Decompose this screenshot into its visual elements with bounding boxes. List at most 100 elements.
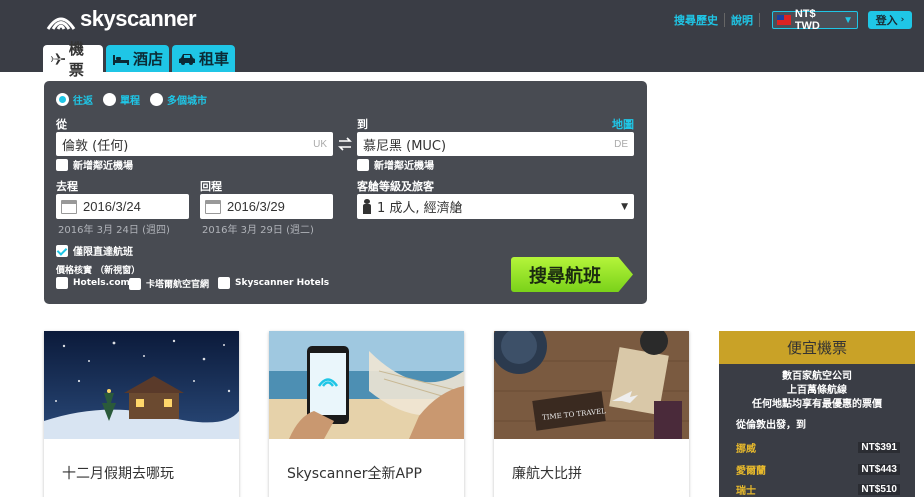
promo-card-december[interactable]: 十二月假期去哪玩 [44, 331, 239, 497]
card-title: 十二月假期去哪玩 [62, 466, 174, 482]
calendar-icon [205, 199, 221, 214]
trip-type-radios: 往返 單程 多個城市 [56, 92, 217, 107]
cheap-flights-description: 數百家航空公司 上百萬條航線 任何地點均享有最優惠的票價 [719, 370, 915, 412]
radio-unchecked-icon [103, 93, 116, 106]
cabin-value: 1 成人, 經濟艙 [377, 201, 463, 216]
return-date-sub: 2016年 3月 29日 (週二) [202, 225, 314, 236]
from-nearby-checkbox[interactable]: 新增鄰近機場 [56, 157, 133, 172]
return-date-value: 2016/3/29 [227, 199, 285, 214]
tab-cars[interactable]: 租車 [172, 45, 236, 72]
from-london-label: 從倫敦出發，到 [736, 420, 806, 431]
help-link[interactable]: 說明 [731, 12, 753, 28]
desc-line: 任何地點均享有最優惠的票價 [752, 399, 882, 410]
to-input[interactable]: 慕尼黑 (MUC) DE [357, 132, 634, 156]
to-nearby-checkbox[interactable]: 新增鄰近機場 [357, 157, 434, 172]
airplane-icon [49, 52, 65, 65]
travel-items-image: TIME TO TRAVEL [494, 331, 689, 439]
tab-flights[interactable]: 機票 [43, 40, 103, 79]
search-flights-label: 搜尋航班 [529, 265, 601, 287]
return-date-input[interactable]: 2016/3/29 [200, 194, 333, 219]
deal-destination: 愛爾蘭 [736, 465, 766, 477]
tab-cars-label: 租車 [199, 50, 230, 68]
radio-oneway-label: 單程 [120, 96, 140, 107]
radio-multicity[interactable]: 多個城市 [150, 92, 207, 107]
map-link[interactable]: 地圖 [612, 116, 634, 132]
from-label: 從 [56, 118, 67, 131]
depart-date-sub: 2016年 3月 24日 (週四) [58, 225, 170, 236]
logo-sunrise-icon [46, 17, 76, 30]
card-title: 廉航大比拼 [512, 466, 582, 482]
currency-selector[interactable]: NT$ TWD ▼ [772, 8, 858, 32]
from-value: 倫敦 (任何) [62, 138, 129, 154]
compare-qatar-label: 卡塔爾航空官網 [146, 280, 210, 290]
deal-price: NT$510 [858, 483, 900, 495]
vertical-tabs: 機票 酒店 租車 [43, 40, 238, 79]
to-value: 慕尼黑 (MUC) [363, 138, 447, 154]
cheap-flights-panel: 便宜機票 數百家航空公司 上百萬條航線 任何地點均享有最優惠的票價 從倫敦出發，… [719, 331, 915, 497]
radio-unchecked-icon [150, 93, 163, 106]
flight-search-panel: 往返 單程 多個城市 從 到 地圖 倫敦 (任何) UK 慕尼黑 (MUC) D… [44, 81, 647, 304]
top-header: skyscanner 搜尋歷史 說明 NT$ TWD ▼ 登入 › 機票 酒店 … [0, 0, 924, 79]
checkbox-icon [218, 277, 230, 289]
compare-skyscanner-hotels-checkbox[interactable]: Skyscanner Hotels [218, 277, 329, 289]
from-nearby-label: 新增鄰近機場 [73, 161, 133, 172]
checkbox-icon [56, 277, 68, 289]
direct-only-label: 僅限直達航班 [73, 247, 133, 258]
checkbox-icon [129, 277, 141, 290]
deal-row[interactable]: 挪威 NT$391 [736, 440, 900, 455]
compare-hotels-label: Hotels.com [73, 278, 130, 288]
tab-flights-label: 機票 [68, 39, 84, 79]
radio-checked-icon [56, 93, 69, 106]
compare-skyscanner-hotels-label: Skyscanner Hotels [235, 278, 330, 288]
taiwan-flag-icon [777, 15, 791, 25]
promo-card-app[interactable]: Skyscanner全新APP [269, 331, 464, 497]
direct-only-checkbox[interactable]: 僅限直達航班 [56, 243, 133, 258]
cheap-flights-title: 便宜機票 [719, 331, 915, 364]
search-flights-button[interactable]: 搜尋航班 [511, 257, 633, 292]
card-title: Skyscanner全新APP [287, 466, 422, 482]
skyscanner-logo[interactable]: skyscanner [44, 6, 197, 32]
hammock-phone-image [269, 331, 464, 439]
swap-icon[interactable] [337, 136, 353, 152]
compare-qatar-checkbox[interactable]: 卡塔爾航空官網 [129, 277, 209, 290]
cabin-travellers-select[interactable]: 1 成人, 經濟艙 ▼ [357, 194, 634, 219]
radio-roundtrip[interactable]: 往返 [56, 92, 93, 107]
login-button[interactable]: 登入 › [868, 11, 912, 29]
depart-date-input[interactable]: 2016/3/24 [56, 194, 189, 219]
deal-row[interactable]: 瑞士 NT$510 [736, 482, 900, 497]
checkbox-checked-icon [56, 244, 68, 257]
from-country-code: UK [313, 138, 327, 150]
deal-row[interactable]: 愛爾蘭 NT$443 [736, 462, 900, 477]
bed-icon [113, 54, 129, 65]
to-country-code: DE [614, 138, 628, 150]
login-label: 登入 [875, 14, 898, 27]
top-links: 搜尋歷史 說明 NT$ TWD ▼ 登入 › [674, 8, 924, 32]
divider [724, 13, 725, 27]
compare-label: 價格核實 （新視窗） [56, 266, 141, 276]
to-label: 到 [357, 118, 368, 131]
checkbox-icon [56, 158, 68, 171]
search-history-link[interactable]: 搜尋歷史 [674, 12, 718, 28]
car-icon [179, 53, 196, 65]
promo-card-lowcost[interactable]: TIME TO TRAVEL 廉航大比拼 [494, 331, 689, 497]
caret-down-icon: ▼ [843, 14, 853, 26]
deal-destination: 挪威 [736, 443, 756, 455]
radio-roundtrip-label: 往返 [73, 96, 93, 107]
tab-hotels-label: 酒店 [133, 50, 164, 68]
deal-destination: 瑞士 [736, 485, 756, 497]
tab-hotels[interactable]: 酒店 [106, 45, 170, 72]
calendar-icon [61, 199, 77, 214]
radio-oneway[interactable]: 單程 [103, 92, 140, 107]
deal-price: NT$391 [858, 441, 900, 453]
radio-multicity-label: 多個城市 [167, 96, 207, 107]
deal-price: NT$443 [858, 463, 900, 475]
desc-line: 上百萬條航線 [787, 385, 847, 396]
compare-hotels-checkbox[interactable]: Hotels.com [56, 277, 130, 289]
chevron-right-icon: › [900, 15, 905, 25]
return-label: 回程 [200, 180, 222, 193]
from-input[interactable]: 倫敦 (任何) UK [56, 132, 333, 156]
checkbox-icon [357, 158, 369, 171]
divider [759, 13, 760, 27]
cabin-label: 客艙等級及旅客 [357, 180, 434, 193]
currency-label: NT$ TWD [794, 8, 820, 32]
